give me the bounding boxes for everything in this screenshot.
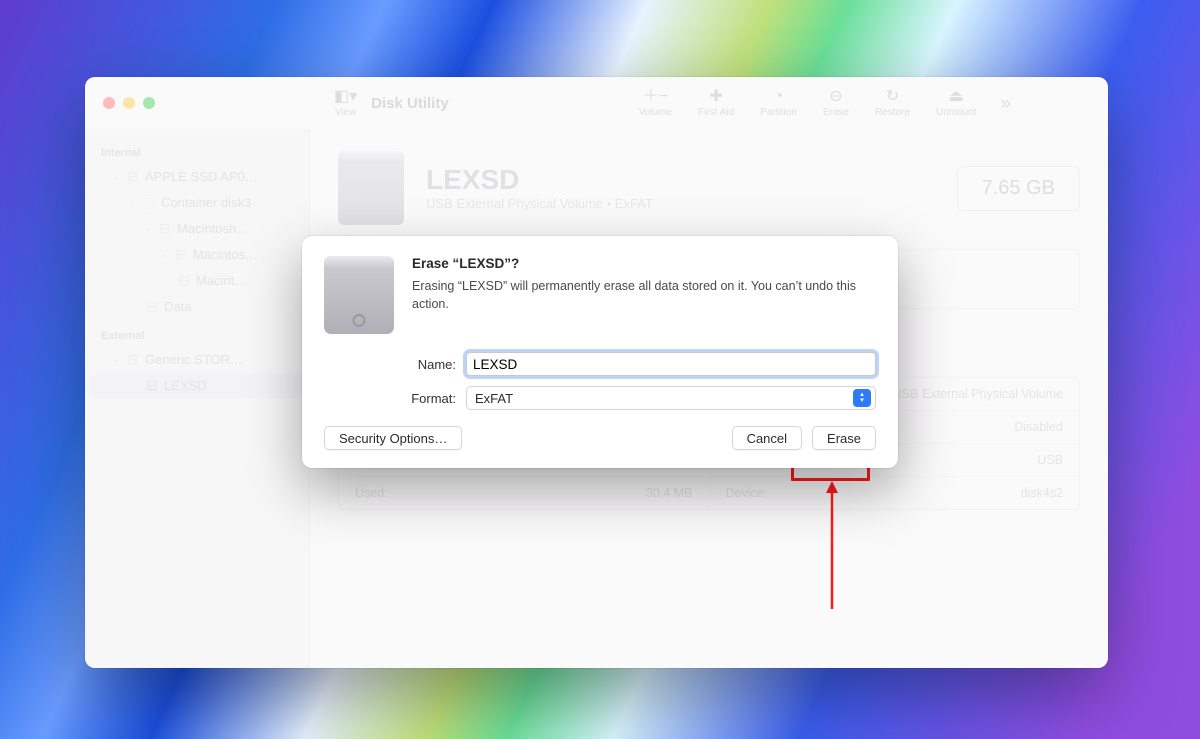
volume-icon: ⊟ — [172, 246, 190, 263]
name-field[interactable] — [466, 352, 876, 376]
dialog-heading: Erase “LEXSD”? — [412, 256, 876, 271]
info-used-value: 30.4 MB — [646, 486, 693, 500]
toolbar-partition-label: Partition — [760, 107, 797, 118]
partition-icon: ◔ — [774, 89, 784, 105]
format-label: Format: — [392, 391, 466, 406]
sidebar-icon: ◧▾ — [334, 89, 357, 105]
toolbar-restore-label: Restore — [875, 107, 910, 118]
select-stepper-icon — [853, 389, 871, 407]
security-options-button[interactable]: Security Options… — [324, 426, 462, 450]
toolbar-firstaid[interactable]: ✚ First Aid — [688, 89, 744, 118]
sidebar-item-macintosh-snap[interactable]: ⊟Macint… — [91, 268, 303, 293]
toolbar-overflow[interactable]: » — [993, 93, 1019, 114]
volume-capacity: 7.65 GB — [957, 166, 1080, 211]
sidebar: Internal ⌄⊟APPLE SSD AP0… ⌄⬚Container di… — [85, 129, 310, 668]
erase-dialog: Erase “LEXSD”? Erasing “LEXSD” will perm… — [302, 236, 898, 468]
sidebar-item-data[interactable]: ⊟Data — [91, 294, 303, 319]
info-type-value: USB External Physical Volume — [893, 387, 1063, 401]
disk-icon: ⊟ — [124, 168, 142, 185]
sidebar-item-generic[interactable]: ⌄⊟Generic STOR… — [91, 347, 303, 372]
window-close-button[interactable] — [103, 97, 115, 109]
snapshot-icon: ⊟ — [175, 272, 193, 289]
sidebar-heading-internal: Internal — [85, 137, 309, 163]
window-zoom-button[interactable] — [143, 97, 155, 109]
info-device-label: Device: — [726, 486, 1021, 500]
volume-thumbnail — [338, 151, 404, 225]
toolbar-view-label: View — [335, 107, 357, 118]
volume-icon: ⊟ — [143, 298, 161, 315]
info-connection-value: USB — [1037, 453, 1063, 467]
info-owners-value: Disabled — [1014, 420, 1063, 434]
app-title: Disk Utility — [371, 95, 449, 112]
erase-icon: ⊖ — [829, 89, 842, 105]
unmount-icon: ⏏ — [949, 89, 964, 105]
plus-minus-icon: ＋− — [643, 89, 668, 105]
window-minimize-button[interactable] — [123, 97, 135, 109]
cancel-button[interactable]: Cancel — [732, 426, 802, 450]
toolbar-erase[interactable]: ⊖ Erase — [813, 89, 859, 118]
name-label: Name: — [392, 357, 466, 372]
external-disk-icon: ⊟ — [124, 351, 142, 368]
toolbar-volume-label: Volume — [639, 107, 672, 118]
toolbar-restore[interactable]: ↻ Restore — [865, 89, 920, 118]
volume-icon: ⊟ — [156, 220, 174, 237]
sidebar-heading-external: External — [85, 320, 309, 346]
container-icon: ⬚ — [140, 194, 158, 211]
firstaid-icon: ✚ — [709, 89, 722, 105]
dialog-body: Erasing “LEXSD” will permanently erase a… — [412, 277, 876, 313]
restore-icon: ↻ — [886, 89, 899, 105]
external-volume-icon: ⊟ — [143, 377, 161, 394]
toolbar-view[interactable]: ◧▾ View — [324, 89, 367, 118]
toolbar-unmount[interactable]: ⏏ Unmount — [926, 89, 987, 118]
toolbar-firstaid-label: First Aid — [698, 107, 734, 118]
sidebar-item-container[interactable]: ⌄⬚Container disk3 — [91, 190, 303, 215]
erase-button[interactable]: Erase — [812, 426, 876, 450]
toolbar-unmount-label: Unmount — [936, 107, 977, 118]
dialog-disk-icon — [324, 256, 394, 334]
titlebar: ◧▾ View Disk Utility ＋− Volume ✚ First Aid… — [85, 77, 1108, 129]
format-value: ExFAT — [475, 391, 513, 406]
sidebar-item-macintosh-sub[interactable]: ⌄⊟Macintos… — [91, 242, 303, 267]
toolbar-volume[interactable]: ＋− Volume — [629, 89, 682, 118]
info-device-value: disk4s2 — [1021, 486, 1063, 500]
sidebar-item-lexsd[interactable]: ⊟LEXSD — [91, 373, 303, 398]
toolbar-erase-label: Erase — [823, 107, 849, 118]
format-select[interactable]: ExFAT — [466, 386, 876, 410]
sidebar-item-apple-ssd[interactable]: ⌄⊟APPLE SSD AP0… — [91, 164, 303, 189]
info-used-label: Used: — [355, 486, 646, 500]
toolbar-partition[interactable]: ◔ Partition — [750, 89, 807, 118]
volume-name: LEXSD — [426, 165, 653, 196]
sidebar-item-macintosh-hd[interactable]: ⌄⊟Macintosh… — [91, 216, 303, 241]
volume-subtitle: USB External Physical Volume • ExFAT — [426, 196, 653, 211]
